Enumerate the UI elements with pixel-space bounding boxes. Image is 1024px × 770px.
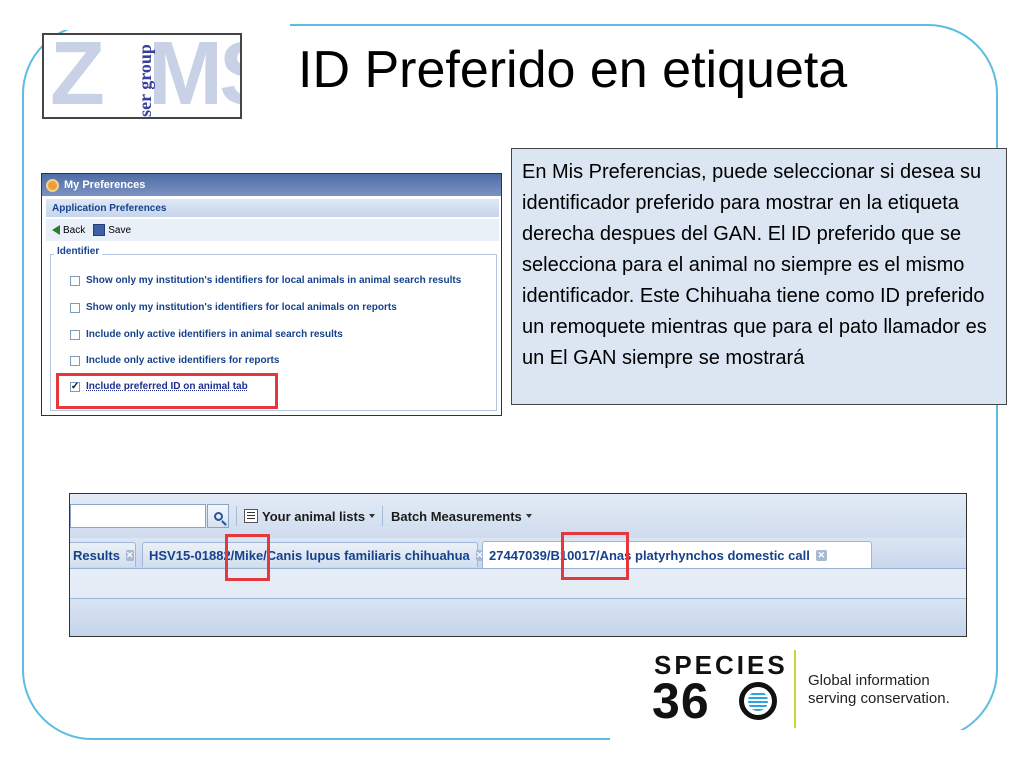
option-label: Show only my institution's identifiers f… <box>86 275 462 286</box>
tagline-line-1: Global information <box>808 672 930 689</box>
search-input[interactable] <box>70 504 206 528</box>
globe-icon <box>739 682 777 720</box>
list-icon <box>244 509 258 523</box>
your-animal-lists-button[interactable]: Your animal lists <box>244 506 376 526</box>
species360-tagline: Global information serving conservation. <box>808 672 950 708</box>
checkbox-local-ids-search[interactable] <box>70 275 80 286</box>
option-active-ids-reports[interactable]: Include only active identifiers for repo… <box>70 355 279 366</box>
tab-content-area <box>70 598 966 636</box>
species360-divider <box>794 650 796 728</box>
save-button-label: Save <box>108 224 132 236</box>
highlight-box-chihuahua-id <box>225 534 270 581</box>
save-button[interactable]: Save <box>93 224 131 236</box>
highlight-box-duck-id <box>561 532 629 580</box>
search-icon <box>213 511 223 521</box>
highlight-box-preferred-option <box>56 373 278 409</box>
option-local-ids-search[interactable]: Show only my institution's identifiers f… <box>70 275 461 286</box>
tagline-line-2: serving conservation. <box>808 690 950 707</box>
species360-digit-3: 3 <box>652 673 681 729</box>
preferences-window-titlebar: My Preferences <box>42 174 501 196</box>
explanation-callout: En Mis Preferencias, puede seleccionar s… <box>511 148 1007 405</box>
species360-number: 36 <box>652 676 710 726</box>
animal-tabs-screenshot: Your animal lists Batch Measurements Res… <box>69 493 967 637</box>
zims-user-group-logo: Z MS user group <box>42 33 242 119</box>
tab-label: 27447039/B10017/Anas platyrhynchos domes… <box>489 547 810 563</box>
option-label: Show only my institution's identifiers f… <box>86 302 397 313</box>
option-label: Include only active identifiers in anima… <box>86 329 343 340</box>
dropdown-caret-icon <box>369 514 376 518</box>
tab-label: HSV15-01882/Mike/Canis lupus familiaris … <box>149 547 470 563</box>
your-animal-lists-label: Your animal lists <box>262 508 366 524</box>
close-icon[interactable]: ✕ <box>815 549 827 561</box>
tab-label: Results <box>73 547 120 563</box>
search-button[interactable] <box>207 504 229 528</box>
dropdown-caret-icon <box>525 514 532 518</box>
application-preferences-header: Application Preferences <box>46 199 499 217</box>
batch-measurements-label: Batch Measurements <box>391 508 522 524</box>
logo-letters-z: Z <box>50 33 105 119</box>
option-label: Include only active identifiers for repo… <box>86 355 280 366</box>
toolbar-divider <box>236 506 237 526</box>
save-disk-icon <box>93 224 106 236</box>
preferences-window-title: My Preferences <box>64 179 146 191</box>
checkbox-active-ids-reports[interactable] <box>70 355 80 366</box>
slide-title: ID Preferido en etiqueta <box>298 41 848 99</box>
back-arrow-icon <box>52 225 60 235</box>
species360-logo: SPECIES 36 Global information serving co… <box>652 650 992 740</box>
checkbox-local-ids-reports[interactable] <box>70 302 80 313</box>
logo-letters-ms: MS <box>148 33 240 119</box>
species360-digit-6: 6 <box>680 673 710 729</box>
tab-chihuahua[interactable]: HSV15-01882/Mike/Canis lupus familiaris … <box>142 542 484 567</box>
logo-user-group-text: user group <box>134 44 155 119</box>
option-local-ids-reports[interactable]: Show only my institution's identifiers f… <box>70 302 397 313</box>
frame-gap-top <box>0 0 290 30</box>
back-button-label: Back <box>63 224 86 236</box>
animal-tab-strip: Results ✕ HSV15-01882/Mike/Canis lupus f… <box>70 538 966 569</box>
identifier-group-label: Identifier <box>54 246 103 257</box>
back-button[interactable]: Back <box>52 225 85 236</box>
preferences-screenshot: My Preferences Application Preferences B… <box>41 173 502 416</box>
checkbox-active-ids-search[interactable] <box>70 329 80 340</box>
close-icon[interactable]: ✕ <box>125 549 134 561</box>
animal-toolbar: Your animal lists Batch Measurements <box>70 494 966 538</box>
batch-measurements-button[interactable]: Batch Measurements <box>391 506 532 526</box>
gear-icon <box>46 178 59 192</box>
globe-stripes <box>748 691 768 711</box>
tab-call-duck[interactable]: 27447039/B10017/Anas platyrhynchos domes… <box>482 541 872 568</box>
option-active-ids-search[interactable]: Include only active identifiers in anima… <box>70 329 343 340</box>
toolbar-divider <box>382 506 383 526</box>
preferences-toolbar: Back Save <box>46 219 499 241</box>
tab-results[interactable]: Results ✕ <box>70 542 136 567</box>
